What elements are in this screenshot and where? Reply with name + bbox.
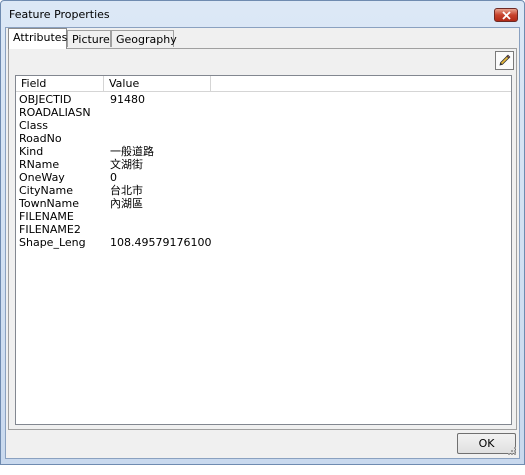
field-value: 台北市 (110, 184, 143, 197)
tab-picture-label: Picture (72, 33, 110, 46)
field-name: OBJECTID (19, 93, 72, 106)
dialog-client-area: Attributes Picture Geography Field Value… (5, 27, 520, 459)
column-header-value[interactable]: Value (104, 76, 211, 91)
ok-button-label: OK (478, 437, 495, 450)
field-value: 內湖區 (110, 197, 143, 210)
field-value: 108.49579176100 (110, 236, 212, 249)
attribute-table[interactable]: Field Value OBJECTID 91480 ROADALIASN Cl… (15, 75, 512, 425)
close-button[interactable] (494, 8, 518, 22)
field-name: Class (19, 119, 48, 132)
attributes-panel: Field Value OBJECTID 91480 ROADALIASN Cl… (8, 48, 517, 430)
edit-button[interactable] (495, 51, 514, 70)
column-header-value-label: Value (109, 77, 140, 90)
tab-geography-label: Geography (116, 33, 177, 46)
field-value: 0 (110, 171, 117, 184)
tab-geography[interactable]: Geography (111, 30, 177, 47)
field-name: Shape_Leng (19, 236, 86, 249)
field-value: 一般道路 (110, 145, 154, 158)
window-title: Feature Properties (9, 8, 110, 21)
field-name: OneWay (19, 171, 65, 184)
field-name: RName (19, 158, 60, 171)
field-name: RoadNo (19, 132, 62, 145)
tab-attributes[interactable]: Attributes (8, 28, 67, 49)
close-icon (502, 11, 511, 20)
tab-picture[interactable]: Picture (67, 30, 111, 47)
tab-attributes-label: Attributes (13, 31, 68, 44)
field-name: CityName (19, 184, 74, 197)
feature-properties-window: Feature Properties Attributes Picture Ge… (0, 0, 525, 465)
field-name: Kind (19, 145, 44, 158)
column-header-field[interactable]: Field (16, 76, 104, 91)
column-header-field-label: Field (21, 77, 47, 90)
field-name: FILENAME (19, 210, 74, 223)
field-name: ROADALIASN (19, 106, 91, 119)
resize-grip-icon[interactable] (507, 446, 517, 456)
table-header: Field Value (16, 76, 511, 92)
field-name: FILENAME2 (19, 223, 81, 236)
field-value: 91480 (110, 93, 145, 106)
field-value: 文湖街 (110, 158, 143, 171)
pencil-icon (499, 54, 511, 66)
field-name: TownName (19, 197, 80, 210)
title-bar[interactable]: Feature Properties (1, 1, 524, 27)
